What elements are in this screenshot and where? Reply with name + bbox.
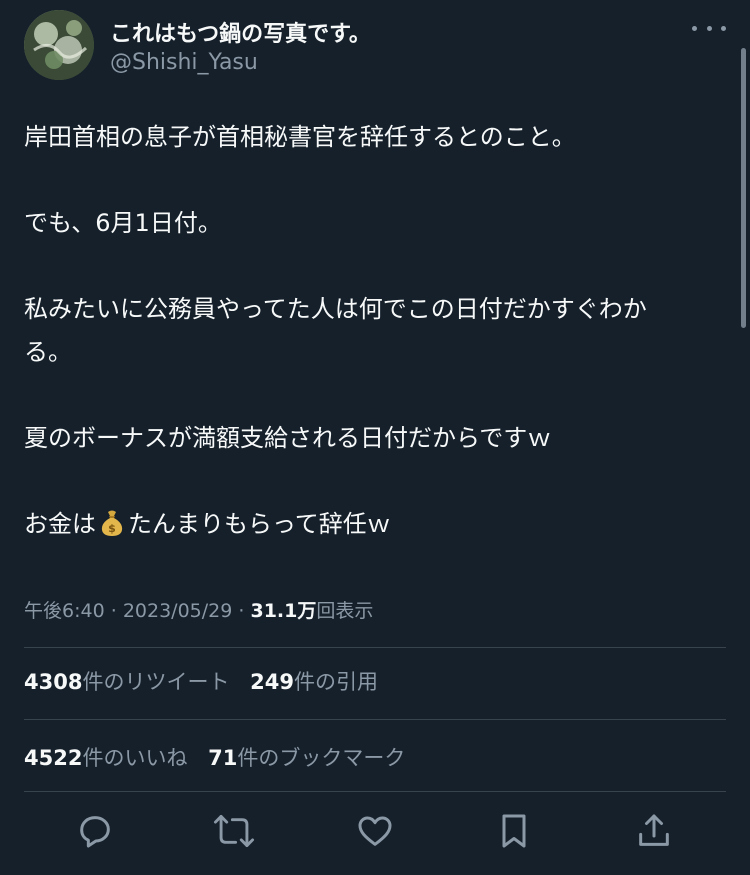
tweet-text: 岸田首相の息子が首相秘書官を辞任するとのこと。 でも、6月1日付。 私みたいに公… xyxy=(24,116,714,546)
tweet-header: これはもつ鍋の写真です。 @Shishi_Yasu xyxy=(24,10,726,80)
money-bag-icon: $ xyxy=(99,508,125,536)
retweets-stat[interactable]: 4308件のリツイート xyxy=(24,670,229,694)
like-icon[interactable] xyxy=(353,806,397,856)
stats-row-retweets: 4308件のリツイート 249件の引用 xyxy=(24,666,392,696)
tweet-actions xyxy=(0,806,750,856)
likes-stat[interactable]: 4522件のいいね xyxy=(24,746,187,770)
tweet-line: でも、6月1日付。 xyxy=(24,209,222,237)
tweet-line: る。 xyxy=(24,338,72,366)
likes-count: 4522 xyxy=(24,746,83,770)
retweet-icon[interactable] xyxy=(212,806,256,856)
display-name[interactable]: これはもつ鍋の写真です。 xyxy=(110,16,371,48)
user-handle[interactable]: @Shishi_Yasu xyxy=(110,50,258,75)
divider xyxy=(24,647,726,648)
tweet-line: 夏のボーナスが満額支給される日付だからですｗ xyxy=(24,424,552,452)
separator: · xyxy=(238,600,245,622)
divider xyxy=(24,719,726,720)
svg-text:$: $ xyxy=(108,522,116,535)
tweet-line: 岸田首相の息子が首相秘書官を辞任するとのこと。 xyxy=(24,123,576,151)
retweets-count: 4308 xyxy=(24,670,83,694)
bookmark-icon[interactable] xyxy=(492,806,536,856)
retweets-label: 件のリツイート xyxy=(82,670,230,694)
scrollbar[interactable] xyxy=(741,48,746,328)
reply-icon[interactable] xyxy=(73,806,117,856)
quotes-count: 249 xyxy=(250,670,294,694)
likes-label: 件のいいね xyxy=(82,746,188,770)
bookmarks-label: 件のブックマーク xyxy=(237,746,406,770)
quotes-stat[interactable]: 249件の引用 xyxy=(250,670,378,694)
divider xyxy=(24,791,726,792)
more-options-icon[interactable] xyxy=(692,18,726,38)
stats-row-likes: 4522件のいいね 71件のブックマーク xyxy=(24,742,419,772)
share-icon[interactable] xyxy=(632,806,676,856)
tweet-text-segment: たんまりもらって辞任ｗ xyxy=(128,510,391,538)
tweet-date[interactable]: 2023/05/29 xyxy=(123,600,233,622)
bookmarks-stat[interactable]: 71件のブックマーク xyxy=(208,746,405,770)
quotes-label: 件の引用 xyxy=(293,670,378,694)
tweet-time[interactable]: 午後6:40 xyxy=(24,600,105,622)
tweet-line: 私みたいに公務員やってた人は何でこの日付だかすぐわか xyxy=(24,295,647,323)
avatar[interactable] xyxy=(24,10,94,80)
separator: · xyxy=(110,600,117,622)
bookmarks-count: 71 xyxy=(208,746,238,770)
views-label: 回表示 xyxy=(316,600,374,622)
tweet-line: お金は $ たんまりもらって辞任ｗ xyxy=(24,503,714,546)
views-count: 31.1万 xyxy=(250,600,317,622)
tweet-text-segment: お金は xyxy=(24,510,96,538)
avatar-photo xyxy=(24,10,94,80)
tweet-meta: 午後6:40 · 2023/05/29 · 31.1万回表示 xyxy=(24,596,373,623)
